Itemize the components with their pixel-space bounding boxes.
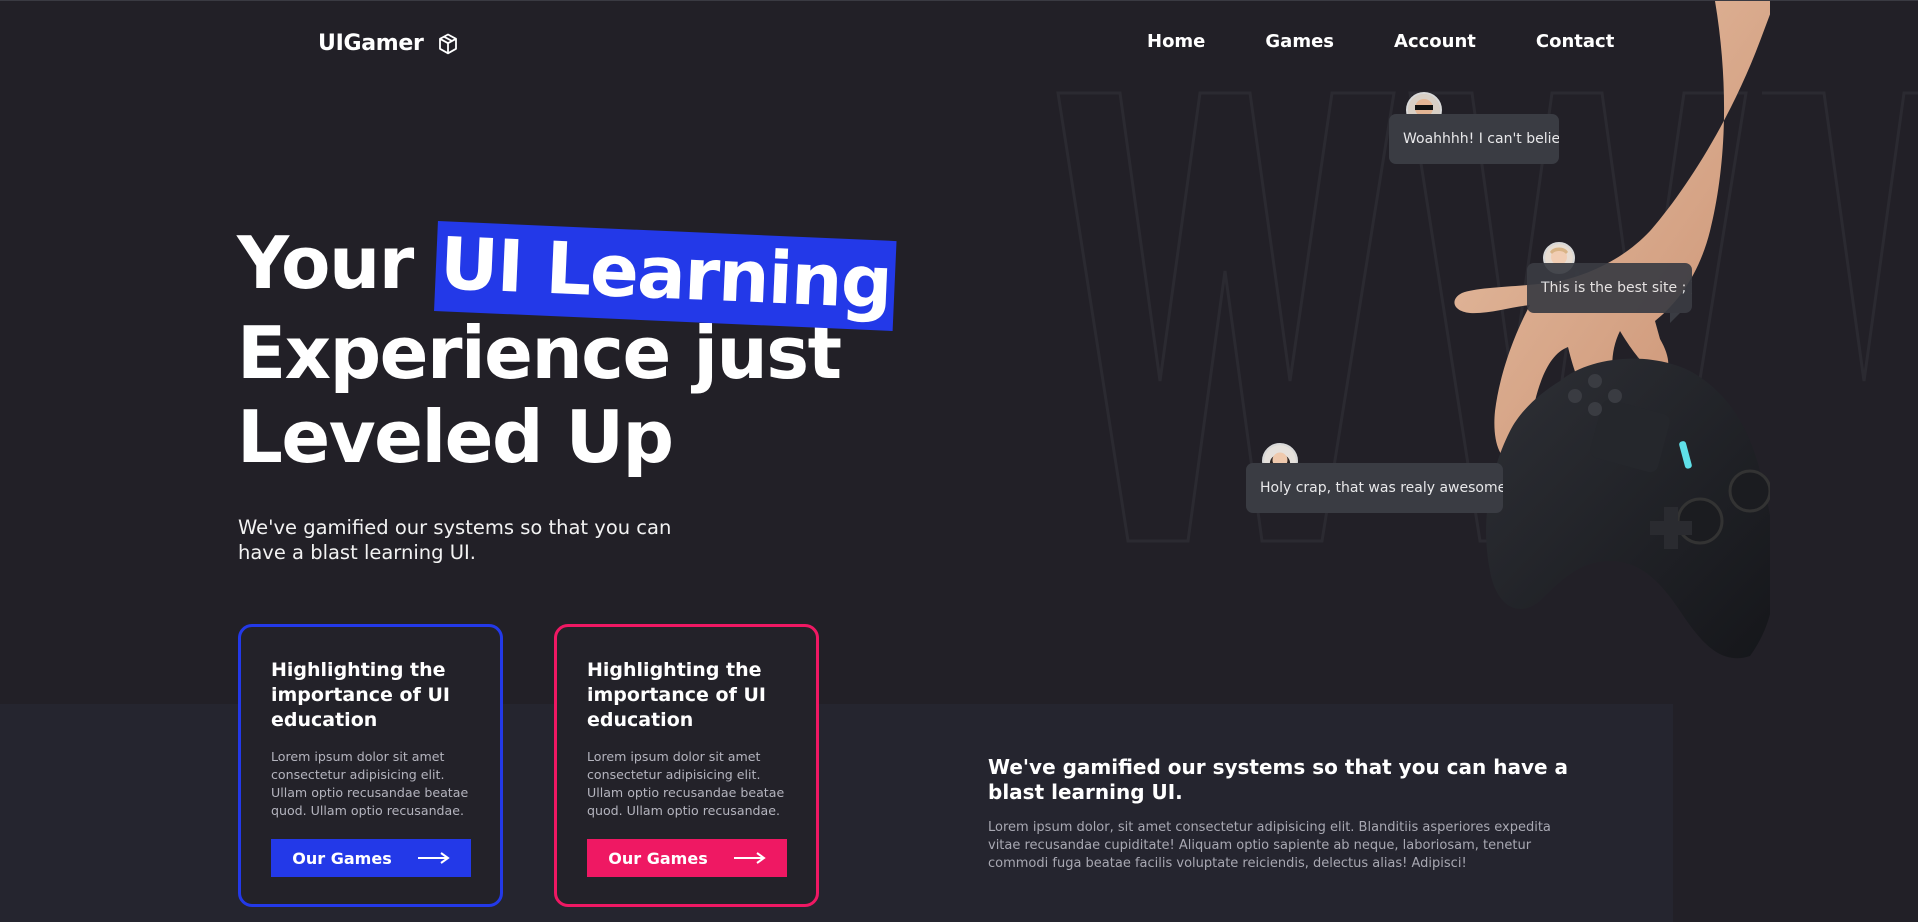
- arrow-right-icon: [417, 849, 450, 868]
- nav-home[interactable]: Home: [1147, 31, 1205, 52]
- band-title: We've gamified our systems so that you c…: [988, 755, 1569, 804]
- chat-bubble-tail: [1670, 313, 1680, 323]
- our-games-button[interactable]: Our Games: [271, 839, 471, 877]
- hero-subtitle: We've gamified our systems so that you c…: [238, 516, 672, 564]
- logo[interactable]: UIGamer: [318, 31, 458, 56]
- chat-bubble: Woahhhh! I can't belie: [1389, 114, 1559, 164]
- cube-icon: [438, 33, 458, 55]
- hero-title-part1: Your: [237, 221, 414, 305]
- hand-controller-illustration: [1230, 1, 1776, 671]
- hero-title: Your UI Learning Experience just Leveled…: [237, 221, 898, 479]
- button-label: Our Games: [292, 848, 392, 868]
- card-title: Highlighting the importance of UI educat…: [587, 659, 766, 731]
- logo-text: UIGamer: [318, 31, 424, 56]
- hero-title-line3: Leveled Up: [237, 395, 674, 479]
- chat-bubble: Holy crap, that was realy awesome!: [1246, 463, 1503, 513]
- arrow-right-icon: [733, 849, 766, 868]
- feature-card: Highlighting the importance of UI educat…: [238, 624, 503, 907]
- chat-bubble: This is the best site ; ): [1527, 263, 1692, 313]
- button-label: Our Games: [608, 848, 708, 868]
- card-text: Lorem ipsum dolor sit amet consectetur a…: [271, 749, 469, 818]
- card-text: Lorem ipsum dolor sit amet consectetur a…: [587, 749, 785, 818]
- card-title: Highlighting the importance of UI educat…: [271, 659, 450, 731]
- our-games-button[interactable]: Our Games: [587, 839, 787, 877]
- band-text: Lorem ipsum dolor, sit amet consectetur …: [988, 820, 1551, 871]
- feature-card: Highlighting the importance of UI educat…: [554, 624, 819, 907]
